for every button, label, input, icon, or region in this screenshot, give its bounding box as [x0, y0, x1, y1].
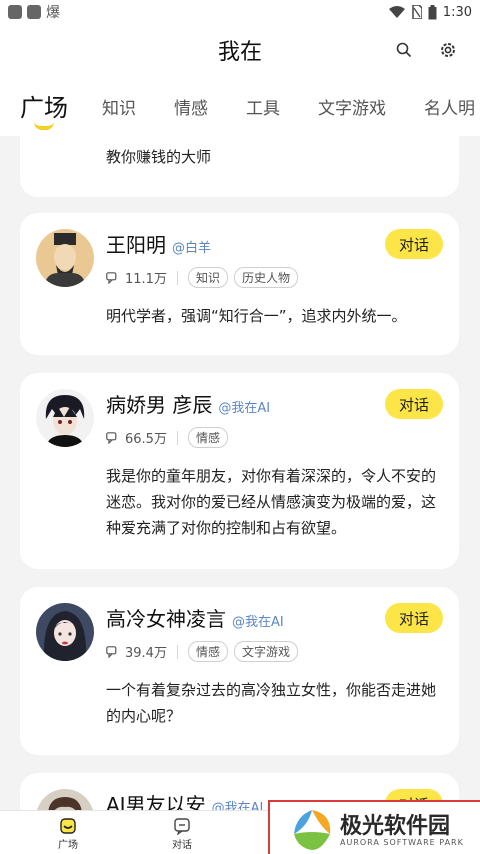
nav-label: 广场 [58, 840, 78, 851]
character-name: 王阳明 [106, 233, 166, 257]
character-card[interactable]: 王阳明 @白羊 对话 11.1万 知识 历史人物 明代学者，强调“知行合一”，追求… [20, 213, 459, 355]
status-time: 1:30 [442, 4, 472, 20]
watermark-name: 极光软件园 [340, 814, 451, 839]
character-card[interactable]: 教你赚钱的大师 [20, 136, 459, 197]
tab-word-games[interactable]: 文字游戏 [318, 94, 386, 119]
tab-tools[interactable]: 工具 [246, 94, 280, 119]
avatar [36, 789, 94, 810]
tag[interactable]: 文字游戏 [233, 641, 298, 662]
wifi-icon [388, 5, 405, 18]
chat-count: 11.1万 [125, 272, 167, 287]
tab-emotion[interactable]: 情感 [174, 94, 208, 119]
home-icon [60, 818, 76, 834]
author-handle[interactable]: @我在AI [212, 801, 264, 810]
author-handle[interactable]: @我在AI [232, 615, 284, 630]
chat-count-icon [106, 431, 117, 444]
card-meta: 11.1万 知识 历史人物 [106, 267, 298, 288]
character-card[interactable]: 高冷女神凌言 @我在AI 对话 39.4万 情感 文字游戏 一个有着复杂过去的高冷… [20, 587, 459, 755]
sim-icon [412, 5, 422, 19]
chat-count-icon [106, 645, 117, 658]
author-handle[interactable]: @白羊 [172, 241, 211, 256]
character-name: 高冷女神凌言 [106, 607, 226, 631]
nav-plaza[interactable]: 广场 [48, 817, 88, 851]
tag[interactable]: 历史人物 [233, 267, 298, 288]
author-handle[interactable]: @我在AI [218, 401, 270, 416]
category-tabs: 广场 知识 情感 工具 文字游戏 名人明 [0, 76, 480, 136]
character-name-line: 王阳明 @白羊 [106, 229, 211, 258]
status-glyph: 爆 [46, 5, 60, 21]
tag[interactable]: 情感 [187, 427, 228, 448]
tab-plaza[interactable]: 广场 [20, 88, 68, 123]
character-card[interactable]: 病娇男 彦辰 @我在AI 对话 66.5万 情感 我是你的童年朋友，对你有着深深的… [20, 373, 459, 569]
character-name-line: AI男友以安 @我在AI [106, 789, 263, 810]
nav-label: 对话 [172, 840, 192, 851]
avatar [36, 389, 94, 447]
character-feed[interactable]: 教你赚钱的大师 王阳明 @白羊 对话 11.1万 知识 历史人物 明代学者，强调“… [0, 136, 480, 810]
card-description: 明代学者，强调“知行合一”，追求内外统一。 [106, 307, 407, 325]
chat-button[interactable]: 对话 [385, 229, 443, 259]
watermark-subtitle: AURORA SOFTWARE PARK [340, 838, 464, 847]
tab-celebrities[interactable]: 名人明 [424, 94, 475, 119]
gear-icon[interactable] [436, 38, 460, 62]
tag[interactable]: 情感 [187, 641, 228, 662]
chat-count-icon [106, 271, 117, 284]
character-name: 病娇男 彦辰 [106, 393, 213, 417]
character-name-line: 高冷女神凌言 @我在AI [106, 603, 284, 632]
battery-icon [428, 4, 437, 19]
search-icon[interactable] [392, 38, 416, 62]
avatar [36, 603, 94, 661]
aurora-logo-icon [294, 810, 331, 850]
character-name-line: 病娇男 彦辰 @我在AI [106, 389, 270, 418]
chat-button[interactable]: 对话 [385, 603, 443, 633]
avatar [36, 229, 94, 287]
watermark: 极光软件园 AURORA SOFTWARE PARK [268, 800, 480, 854]
chat-button[interactable]: 对话 [385, 389, 443, 419]
tag[interactable]: 知识 [187, 267, 228, 288]
notification-icon [27, 5, 41, 19]
nav-chat[interactable]: 对话 [162, 817, 202, 851]
card-meta: 66.5万 情感 [106, 427, 228, 448]
card-meta: 39.4万 情感 文字游戏 [106, 641, 298, 662]
chat-count: 39.4万 [125, 646, 167, 661]
card-description: 教你赚钱的大师 [106, 148, 212, 166]
card-description: 一个有着复杂过去的高冷独立女性，你能否走进她的内心呢？ [106, 681, 437, 725]
character-name: AI男友以安 [106, 793, 206, 810]
chat-count: 66.5万 [125, 432, 167, 447]
chat-icon [174, 818, 190, 835]
card-description: 我是你的童年朋友，对你有着深深的，令人不安的迷恋。我对你的爱已经从情感演变为极端… [106, 467, 437, 537]
app-header: 我在 [0, 24, 480, 76]
notification-icon [8, 5, 22, 19]
tab-knowledge[interactable]: 知识 [102, 94, 136, 119]
status-bar: 爆 1:30 [0, 0, 480, 24]
